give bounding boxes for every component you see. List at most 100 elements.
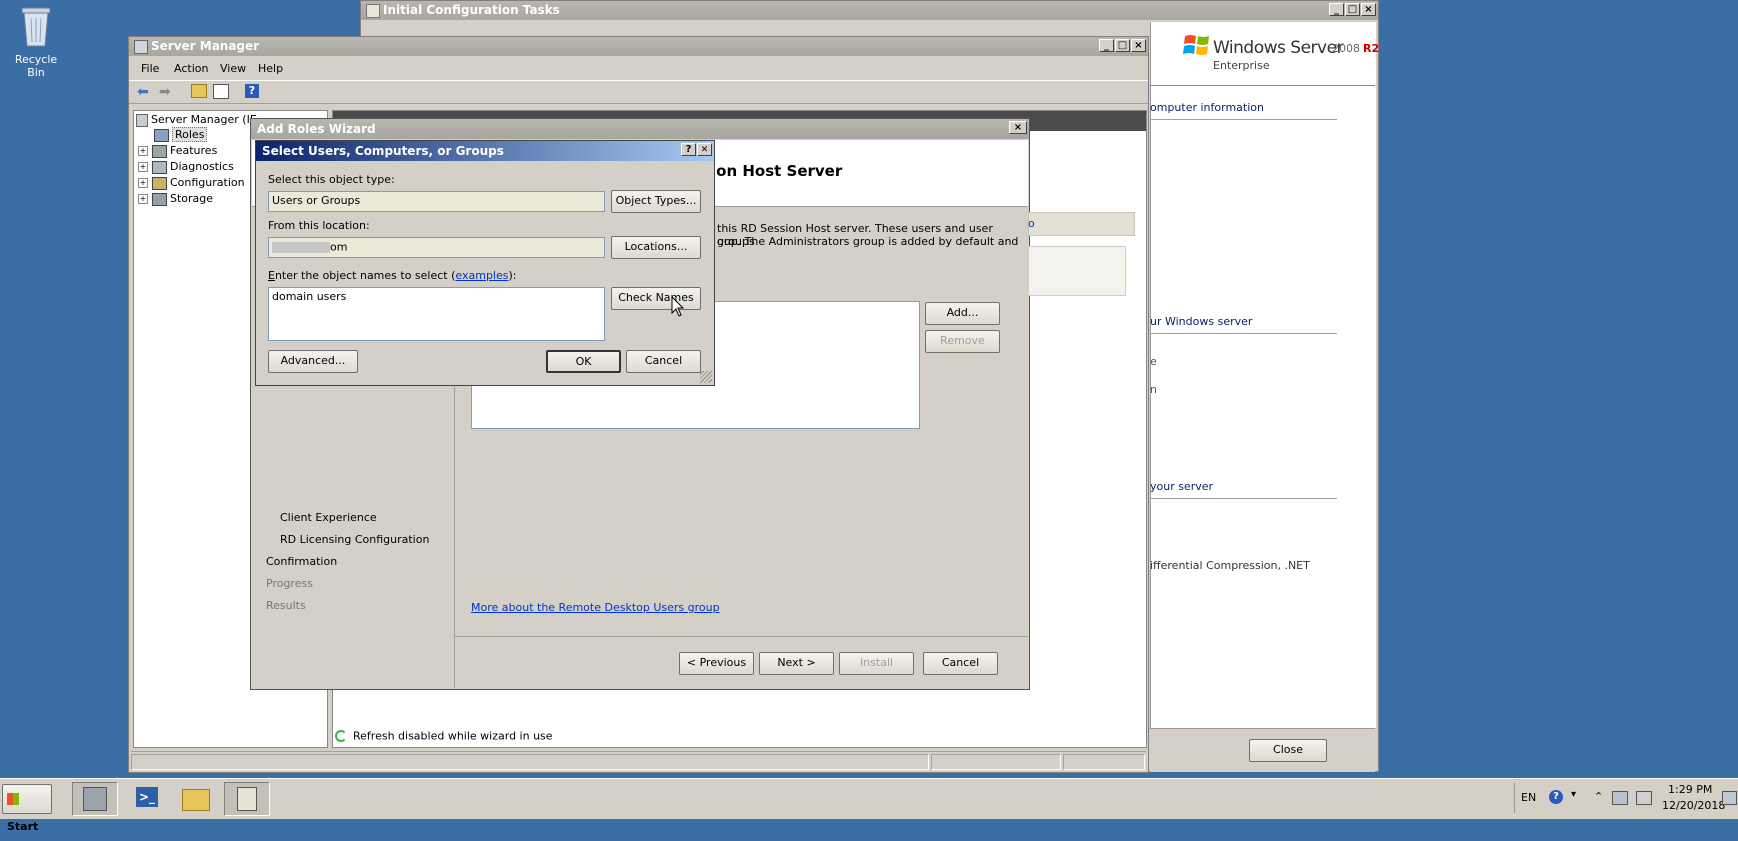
wizard-footer-divider (455, 636, 1028, 637)
init-close-button[interactable]: Close (1249, 739, 1327, 762)
tree-root[interactable]: Server Manager (IE (136, 113, 257, 127)
location-redacted (272, 241, 330, 253)
previous-button[interactable]: < Previous (679, 652, 754, 675)
server-manager-app-icon (83, 787, 107, 811)
back-icon[interactable]: ⬅ (137, 84, 149, 100)
nav-results: Results (266, 599, 306, 612)
brand-r2: R2 (1363, 42, 1380, 55)
add-user-button[interactable]: Add... (925, 302, 1000, 325)
sm-maximize-button[interactable]: □ (1115, 39, 1130, 52)
tray-network-icon[interactable] (1612, 791, 1628, 805)
sm-close-button[interactable]: × (1131, 39, 1146, 52)
dialog-close-button[interactable]: ✕ (697, 143, 712, 156)
dialog-help-button[interactable]: ? (681, 143, 696, 156)
next-button[interactable]: Next > (759, 652, 834, 675)
status-cell-2 (931, 754, 1061, 770)
tray-volume-icon[interactable] (1636, 791, 1652, 805)
expand-icon[interactable]: + (138, 146, 148, 156)
tree-item-configuration[interactable]: + Configuration (138, 176, 245, 190)
nav-confirmation[interactable]: Confirmation (266, 555, 337, 568)
expand-icon[interactable]: + (138, 162, 148, 172)
refresh-icon (335, 730, 347, 742)
maximize-button[interactable]: □ (1345, 3, 1360, 16)
wizard-close-button[interactable]: × (1009, 121, 1027, 134)
start-button[interactable]: Start (2, 784, 52, 833)
object-type-label: Select this object type: (268, 173, 395, 186)
tray-options-icon[interactable]: ▾ (1571, 789, 1576, 800)
show-desktop-button[interactable] (1722, 791, 1737, 805)
divider-3 (1150, 498, 1337, 499)
sm-minimize-button[interactable]: _ (1099, 39, 1114, 52)
configuration-icon (152, 176, 167, 190)
expand-icon[interactable]: + (138, 194, 148, 204)
more-about-rdu-link[interactable]: More about the Remote Desktop Users grou… (471, 601, 720, 614)
server-icon (136, 113, 148, 127)
wizard-side-tab-text: o (1028, 217, 1035, 230)
recycle-bin-label: Recycle Bin (14, 53, 58, 79)
menu-view[interactable]: View (220, 62, 246, 75)
recycle-bin[interactable]: Recycle Bin (6, 4, 66, 79)
tray-date[interactable]: 12/20/2018 (1662, 799, 1725, 812)
tree-item-roles[interactable]: Roles (154, 127, 208, 142)
menu-action[interactable]: Action (174, 62, 208, 75)
wizard-titlebar: Add Roles Wizard × (251, 119, 1029, 139)
ok-button[interactable]: OK (546, 350, 621, 373)
nav-client-experience[interactable]: Client Experience (280, 511, 377, 524)
tree-item-diagnostics[interactable]: + Diagnostics (138, 160, 234, 174)
diagnostics-icon (152, 160, 167, 174)
object-names-input[interactable]: domain users (268, 287, 605, 341)
features-icon (152, 144, 167, 158)
storage-icon (152, 192, 167, 206)
help-icon[interactable]: ? (245, 84, 259, 98)
resize-grip-icon[interactable] (700, 371, 712, 383)
initial-config-titlebar: Initial Configuration Tasks _ □ × (361, 1, 1378, 20)
taskbar-app-tasks[interactable] (224, 782, 270, 816)
divider-1 (1150, 119, 1337, 120)
text-e: e (1150, 355, 1157, 368)
windows-server-link[interactable]: ur Windows server (1150, 315, 1252, 328)
computer-info-link[interactable]: omputer information (1150, 101, 1264, 114)
advanced-button[interactable]: Advanced... (268, 350, 358, 373)
brand-version: 2008 (1332, 42, 1360, 55)
remove-user-button: Remove (925, 330, 1000, 353)
text-differential: ifferential Compression, .NET (1150, 559, 1310, 572)
your-server-link[interactable]: your server (1150, 480, 1213, 493)
wizard-desc-line2: oup. The Administrators group is added b… (717, 235, 1019, 248)
taskbar: Start >_ EN ? ▾ ⌃ 1:29 PM 12/20/2018 (0, 778, 1738, 833)
tray-expand-icon[interactable]: ⌃ (1594, 790, 1603, 803)
object-types-button[interactable]: Object Types... (611, 190, 701, 213)
expand-icon[interactable]: + (138, 178, 148, 188)
init-tasks-right-panel (1150, 22, 1376, 728)
wizard-cancel-button[interactable]: Cancel (923, 652, 998, 675)
locations-button[interactable]: Locations... (611, 236, 701, 259)
powershell-icon: >_ (136, 787, 158, 807)
dialog-cancel-button[interactable]: Cancel (626, 350, 701, 373)
tree-item-storage[interactable]: + Storage (138, 192, 213, 206)
object-type-field: Users or Groups (268, 191, 605, 212)
forward-icon[interactable]: ➡ (159, 84, 171, 100)
tree-item-features[interactable]: + Features (138, 144, 217, 158)
menu-file[interactable]: File (141, 62, 159, 75)
windows-brand: Windows Server 2008 R2 Enterprise (1183, 32, 1379, 76)
menu-bar: File Action View Help (129, 58, 1148, 78)
taskbar-app-server-manager[interactable] (72, 782, 118, 816)
close-button[interactable]: × (1361, 3, 1376, 16)
examples-link[interactable]: examples (455, 269, 508, 282)
check-names-button[interactable]: Check Names (611, 287, 701, 310)
nav-rd-licensing[interactable]: RD Licensing Configuration (280, 533, 429, 546)
location-field: om (268, 237, 605, 258)
up-folder-icon[interactable] (191, 84, 207, 98)
object-names-label: Enter the object names to select (exampl… (268, 269, 517, 282)
taskbar-app-explorer[interactable] (178, 782, 214, 814)
taskbar-app-powershell[interactable]: >_ (130, 782, 164, 814)
text-n: n (1150, 383, 1157, 396)
tray-time[interactable]: 1:29 PM (1668, 783, 1712, 796)
toolbar: ⬅ ➡ ? (129, 80, 1148, 104)
tray-help-icon[interactable]: ? (1549, 790, 1563, 804)
config-tasks-app-icon (237, 787, 257, 811)
language-indicator[interactable]: EN (1521, 791, 1536, 804)
minimize-button[interactable]: _ (1329, 3, 1344, 16)
menu-help[interactable]: Help (258, 62, 283, 75)
folder-icon (182, 789, 210, 811)
show-hide-tree-icon[interactable] (213, 84, 229, 99)
